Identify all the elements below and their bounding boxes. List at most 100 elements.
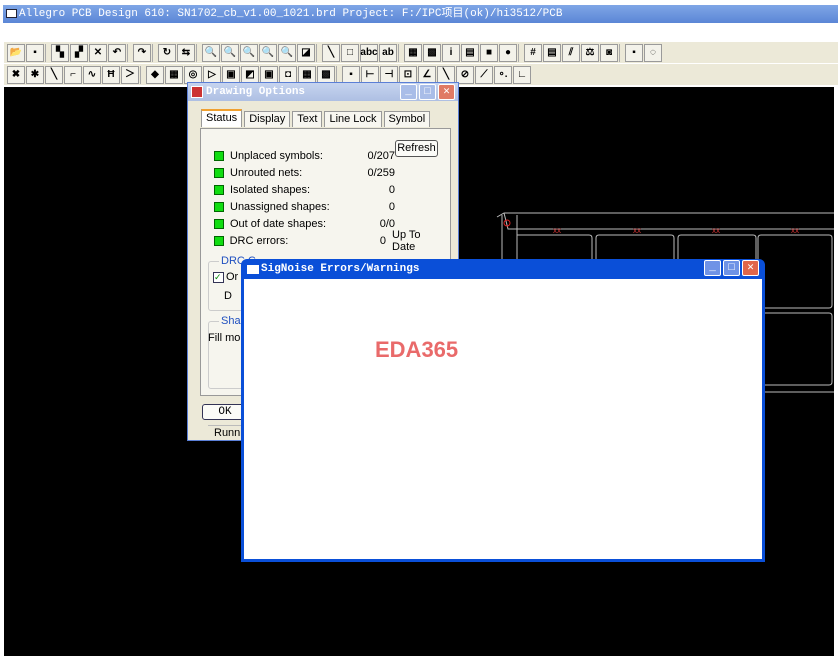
- zoom-points-icon[interactable]: 🔍: [202, 43, 220, 62]
- fillet-icon[interactable]: ∟: [513, 65, 531, 84]
- maximize-button[interactable]: □: [419, 84, 436, 100]
- status-label: Unrouted nets:: [230, 167, 303, 179]
- close-button[interactable]: ✕: [742, 260, 759, 276]
- shape-edit-icon[interactable]: ▦: [298, 65, 316, 84]
- net-icon[interactable]: ▪: [625, 43, 643, 62]
- status-indicator-icon: [214, 185, 224, 195]
- copy-icon[interactable]: ▞: [70, 43, 88, 62]
- open-icon[interactable]: 📂: [7, 43, 25, 62]
- status-indicator-icon: [214, 202, 224, 212]
- gap-icon[interactable]: ⊣: [380, 65, 398, 84]
- measure-icon[interactable]: ▤: [461, 43, 479, 62]
- layers-icon[interactable]: ▩: [423, 43, 441, 62]
- delay-tune-icon[interactable]: ∿: [83, 65, 101, 84]
- add-line-icon[interactable]: ╲: [322, 43, 340, 62]
- status-value: 0/259: [367, 167, 395, 179]
- zoom-in-icon[interactable]: 🔍: [240, 43, 258, 62]
- add-text-icon[interactable]: abc: [360, 43, 378, 62]
- dialog-title: Drawing Options: [206, 86, 306, 98]
- change-text-icon[interactable]: ab: [379, 43, 397, 62]
- glossary-icon[interactable]: ◆: [146, 65, 164, 84]
- setup-icon[interactable]: ⚖: [581, 43, 599, 62]
- svg-text:xx: xx: [553, 226, 561, 235]
- highlight-icon[interactable]: ■: [480, 43, 498, 62]
- color-icon[interactable]: ▦: [404, 43, 422, 62]
- drc-label: D: [224, 290, 232, 302]
- status-value: 0/207: [367, 150, 395, 162]
- status-value: 0/0: [379, 218, 395, 230]
- app-title-bar: Allegro PCB Design 610: SN1702_cb_v1.00_…: [3, 5, 838, 23]
- miter-icon[interactable]: ╲: [437, 65, 455, 84]
- tab-status[interactable]: Status: [201, 109, 243, 127]
- close-button[interactable]: ✕: [438, 84, 455, 100]
- status-label: Unassigned shapes:: [230, 201, 330, 213]
- pin-icon[interactable]: ◎: [184, 65, 202, 84]
- viapad-icon[interactable]: ◙: [600, 43, 618, 62]
- dehighlight-icon[interactable]: ●: [499, 43, 517, 62]
- status-value: 0: [388, 184, 395, 196]
- spin-icon[interactable]: ↻: [158, 43, 176, 62]
- zoom-out-icon[interactable]: 🔍: [259, 43, 277, 62]
- status-label: Out of date shapes:: [230, 218, 327, 230]
- status-row: DRC errors: 0 Up To Date: [214, 229, 444, 253]
- signoise-title-bar[interactable]: SigNoise Errors/Warnings _ □ ✕: [244, 259, 762, 279]
- spread-icon[interactable]: Ħ: [102, 65, 120, 84]
- delete-icon[interactable]: ✕: [89, 43, 107, 62]
- zoom-world-icon[interactable]: 🔍: [278, 43, 296, 62]
- via-icon[interactable]: ⊘: [456, 65, 474, 84]
- zoom-fit-icon[interactable]: 🔍: [221, 43, 239, 62]
- sigxp-icon[interactable]: ⫽: [562, 43, 580, 62]
- tab-symbol[interactable]: Symbol: [383, 111, 431, 127]
- signoise-title: SigNoise Errors/Warnings: [261, 263, 420, 275]
- select-icon[interactable]: ▷: [203, 65, 221, 84]
- fanout-icon[interactable]: ✖: [7, 65, 25, 84]
- save-icon[interactable]: ▪: [26, 43, 44, 62]
- arc-icon[interactable]: ⊡: [399, 65, 417, 84]
- manual-icon[interactable]: ◩: [241, 65, 259, 84]
- status-row: Unassigned shapes: 0: [214, 201, 444, 213]
- auto-route-icon[interactable]: ✱: [26, 65, 44, 84]
- drc-checkbox[interactable]: ✓: [213, 271, 224, 283]
- status-label: DRC errors:: [229, 235, 289, 247]
- mirror-icon[interactable]: ⇆: [177, 43, 195, 62]
- place-icon[interactable]: ▦: [165, 65, 183, 84]
- maximize-button[interactable]: □: [723, 260, 740, 276]
- grid-icon[interactable]: #: [524, 43, 542, 62]
- slide-icon[interactable]: ⌐: [64, 65, 82, 84]
- tab-text[interactable]: Text: [292, 111, 323, 127]
- drawing-options-title-bar[interactable]: Drawing Options _ □ ✕: [188, 83, 458, 101]
- eda365-watermark: EDA365: [375, 337, 459, 362]
- void-icon[interactable]: ▩: [317, 65, 335, 84]
- signoise-window: SigNoise Errors/Warnings _ □ ✕ EDA365: [241, 259, 765, 562]
- redo-icon[interactable]: ↷: [133, 43, 151, 62]
- tab-line-lock[interactable]: Line Lock: [324, 111, 382, 127]
- angle-icon[interactable]: ⟋: [475, 65, 493, 84]
- shapes-icon[interactable]: ▤: [543, 43, 561, 62]
- toolbar-row-1: 📂 ▪ ▚ ▞ ✕ ↶ ↷ ↻ ⇆ 🔍 🔍 🔍 🔍 🔍 ◪ ╲ □ abc ab ▦ ▩ i ▤ ■ ● # ▤ ⫽ ⚖ ◙ ▪ ◌: [4, 42, 838, 63]
- drc-check-label: Or: [226, 271, 239, 283]
- snap-icon[interactable]: ▣: [222, 65, 240, 84]
- custom-smooth-icon[interactable]: ＞: [121, 65, 139, 84]
- info-icon[interactable]: i: [442, 43, 460, 62]
- status-extra: Up To Date: [392, 229, 421, 253]
- move-icon[interactable]: ▚: [51, 43, 69, 62]
- etch-icon[interactable]: ▪: [342, 65, 360, 84]
- status-label: Isolated shapes:: [230, 184, 311, 196]
- minimize-button[interactable]: _: [400, 84, 417, 100]
- status-value: 0: [388, 201, 395, 213]
- chamfer-icon[interactable]: ∠: [418, 65, 436, 84]
- minimize-button[interactable]: _: [704, 260, 721, 276]
- dimension-icon[interactable]: ∘.: [494, 65, 512, 84]
- swap-icon[interactable]: ▣: [260, 65, 278, 84]
- refresh-view-icon[interactable]: ◪: [297, 43, 315, 62]
- add-connect-icon[interactable]: ╲: [45, 65, 63, 84]
- cline-icon[interactable]: ⊢: [361, 65, 379, 84]
- rotate-icon[interactable]: ◘: [279, 65, 297, 84]
- window-icon: [247, 265, 259, 274]
- undo-icon[interactable]: ↶: [108, 43, 126, 62]
- tab-display[interactable]: Display: [244, 111, 291, 127]
- status-label: Unplaced symbols:: [230, 150, 323, 162]
- status-indicator-icon: [214, 219, 224, 229]
- add-rect-icon[interactable]: □: [341, 43, 359, 62]
- drc-icon[interactable]: ◌: [644, 43, 662, 62]
